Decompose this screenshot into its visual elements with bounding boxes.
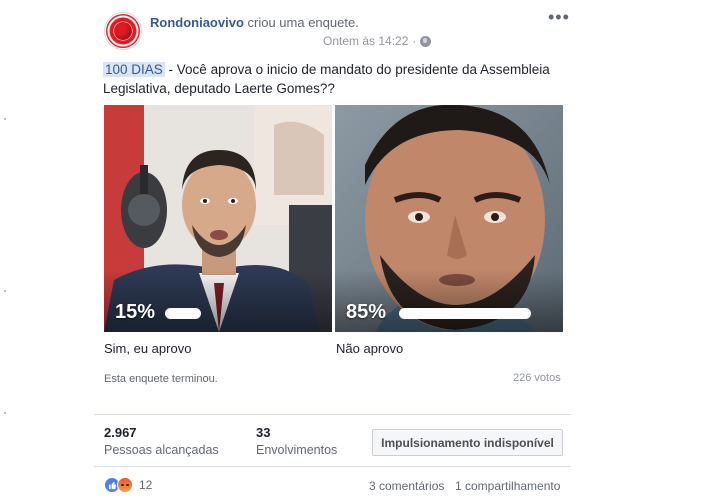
post-header: Rondoniaovivo criou uma enquete. [150, 15, 359, 30]
reactions-summary[interactable]: 12 [104, 477, 152, 493]
post-timestamp[interactable]: Ontem às 14:22 [323, 34, 408, 48]
poll-result-bar-fill [399, 308, 531, 319]
edge-dot [4, 412, 6, 414]
page-avatar[interactable] [104, 12, 142, 50]
photo-man-microphone [104, 105, 332, 332]
photo-man-closeup [335, 105, 563, 332]
poll-option-percent: 85% [346, 301, 387, 323]
post-meta: Ontem às 14:22 · [323, 34, 432, 48]
poll-result-bar [165, 308, 201, 319]
engagement-label: Envolvimentos [256, 443, 338, 457]
poll-option-label-nao[interactable]: Não aprovo [336, 341, 403, 356]
question-text: - Você aprova o inicio de mandato do pre… [103, 62, 550, 96]
poll-question: 100 DIAS - Você aprova o inicio de manda… [103, 60, 563, 98]
poll-option-image-sim[interactable]: 15% [104, 105, 332, 332]
shares-count-link[interactable]: 1 compartilhamento [455, 479, 560, 493]
edge-dot [4, 118, 6, 120]
angry-icon [117, 477, 133, 493]
boost-unavailable-button[interactable]: Impulsionamento indisponível [372, 429, 563, 456]
globe-icon[interactable] [420, 35, 432, 47]
divider [94, 414, 571, 415]
poll-result-bar [399, 308, 531, 319]
brand-logo [106, 14, 140, 48]
poll-result-bar-fill [165, 308, 201, 319]
question-tag-link[interactable]: 100 DIAS [103, 62, 165, 77]
poll-vote-count[interactable]: 226 votos [513, 372, 561, 384]
poll-option-label-sim[interactable]: Sim, eu aprovo [104, 341, 191, 356]
page-name-link[interactable]: Rondoniaovivo [150, 15, 244, 30]
reach-value: 2.967 [104, 425, 137, 440]
divider [94, 466, 571, 467]
poll-option-percent: 15% [115, 301, 156, 323]
edge-dot [4, 290, 6, 292]
engagement-value: 33 [256, 425, 271, 440]
post-action-text: criou uma enquete. [247, 15, 359, 30]
more-options-icon[interactable]: ••• [548, 8, 570, 26]
reaction-count: 12 [139, 478, 153, 492]
poll-option-image-nao[interactable]: 85% [335, 105, 563, 332]
poll-status: Esta enquete terminou. [104, 373, 218, 385]
reach-label: Pessoas alcançadas [104, 443, 219, 457]
comments-count-link[interactable]: 3 comentários [369, 479, 444, 493]
